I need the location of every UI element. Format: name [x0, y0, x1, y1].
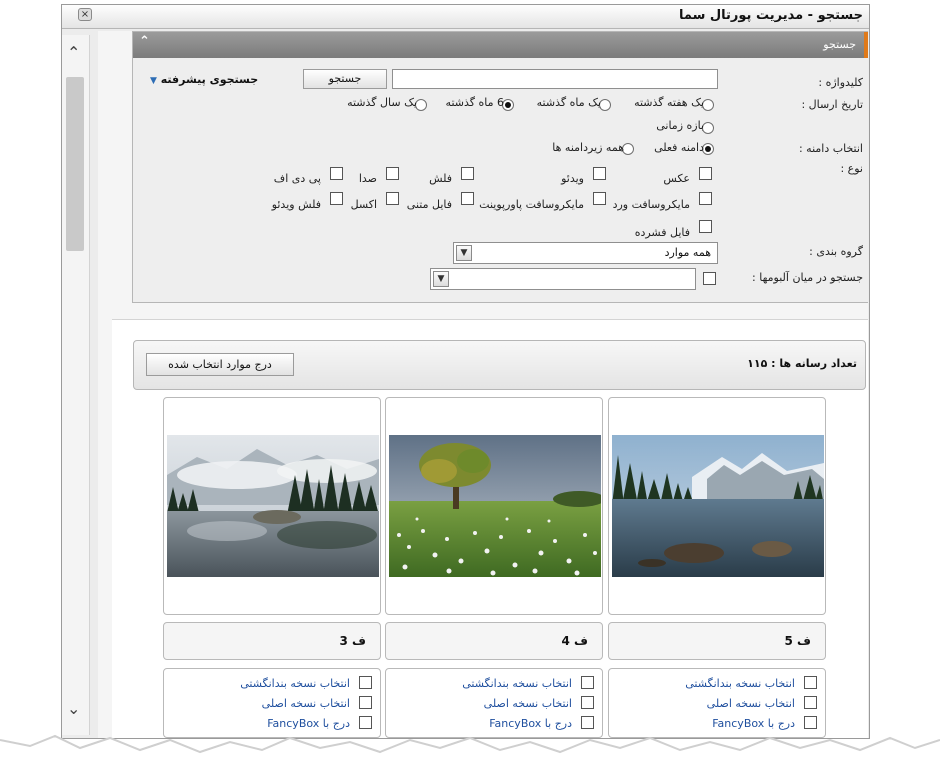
type-option-flash: فلش [429, 172, 452, 185]
date-option-year: یک سال گذشته [347, 96, 417, 109]
vertical-scrollbar[interactable]: ⌃ ⌄ [62, 35, 90, 735]
group-select[interactable]: ▼ همه موارد [453, 242, 718, 264]
option-original-checkbox[interactable] [581, 696, 594, 709]
option-thumbnail[interactable]: انتخاب نسخه بندانگشتی [617, 675, 817, 691]
album-label: جستجو در میان آلبومها : [752, 271, 863, 284]
group-label: گروه بندی : [809, 245, 863, 258]
type-option-powerpoint: مایکروسافت پاورپوینت [479, 198, 584, 211]
option-thumbnail-link[interactable]: انتخاب نسخه بندانگشتی [240, 677, 350, 690]
keyword-input[interactable] [392, 69, 718, 89]
type-option-word: مایکروسافت ورد [612, 198, 690, 211]
media-caption-box: ف 4 [385, 622, 603, 660]
type-checkbox-photo[interactable] [699, 167, 712, 180]
type-checkbox-word[interactable] [699, 192, 712, 205]
media-thumbnail[interactable] [385, 397, 603, 615]
option-original[interactable]: انتخاب نسخه اصلی [172, 695, 372, 711]
domain-option-all: همه زیردامنه ها [552, 141, 624, 154]
option-original-link[interactable]: انتخاب نسخه اصلی [707, 697, 795, 710]
chevron-down-icon: ▼ [150, 76, 157, 86]
date-option-month: یک ماه گذشته [536, 96, 601, 109]
media-caption: ف 3 [339, 634, 366, 648]
results-count-value: ۱۱۵ [747, 357, 768, 370]
panel-header-title: جستجو [823, 38, 856, 51]
media-caption: ف 4 [561, 634, 588, 648]
option-thumbnail-checkbox[interactable] [804, 676, 817, 689]
date-option-6months: 6 ماه گذشته [445, 96, 504, 109]
type-checkbox-flash[interactable] [461, 167, 474, 180]
type-option-photo: عکس [663, 172, 690, 185]
insert-selected-button[interactable]: درج موارد انتخاب شده [146, 353, 294, 376]
date-option-week: یک هفته گذشته [634, 96, 704, 109]
screenshot-stage: جستجو - مدیریت پورتال سما × ⌃ ⌄ ⌃ جستجو … [0, 0, 940, 775]
option-thumbnail-link[interactable]: انتخاب نسخه بندانگشتی [685, 677, 795, 690]
option-original-checkbox[interactable] [359, 696, 372, 709]
dialog-content: ⌃ جستجو کلیدواژه : جستجو جستجوی پیشرفته … [98, 31, 868, 738]
chevron-down-icon: ▼ [433, 271, 449, 287]
type-label: نوع : [840, 162, 863, 175]
dialog-title: جستجو - مدیریت پورتال سما [678, 8, 863, 23]
media-thumbnail[interactable] [163, 397, 381, 615]
misty-lake-image [167, 435, 379, 577]
type-option-video: ویدئو [561, 172, 584, 185]
option-thumbnail-checkbox[interactable] [581, 676, 594, 689]
media-caption: ف 5 [784, 634, 811, 648]
date-option-range: بازه زمانی [656, 119, 704, 132]
option-thumbnail-link[interactable]: انتخاب نسخه بندانگشتی [462, 677, 572, 690]
option-thumbnail[interactable]: انتخاب نسخه بندانگشتی [172, 675, 372, 691]
search-dialog: جستجو - مدیریت پورتال سما × ⌃ ⌄ ⌃ جستجو … [61, 4, 870, 739]
search-panel: ⌃ جستجو کلیدواژه : جستجو جستجوی پیشرفته … [132, 31, 868, 303]
dialog-titlebar: جستجو - مدیریت پورتال سما × [62, 5, 869, 29]
date-label: تاریخ ارسال : [801, 98, 863, 111]
option-thumbnail[interactable]: انتخاب نسخه بندانگشتی [394, 675, 594, 691]
advanced-search-link[interactable]: جستجوی پیشرفته ▼ [150, 73, 258, 86]
option-original[interactable]: انتخاب نسخه اصلی [394, 695, 594, 711]
type-checkbox-pdf[interactable] [330, 167, 343, 180]
close-icon[interactable]: × [78, 8, 92, 21]
album-checkbox[interactable] [703, 272, 716, 285]
scroll-up-icon[interactable]: ⌃ [67, 43, 80, 62]
option-original-checkbox[interactable] [804, 696, 817, 709]
media-caption-box: ف 5 [608, 622, 826, 660]
domain-option-current: دامنه فعلی [654, 141, 704, 154]
type-checkbox-audio[interactable] [386, 167, 399, 180]
type-option-flash-video: فلش ویدئو [271, 198, 321, 211]
media-caption-box: ف 3 [163, 622, 381, 660]
option-thumbnail-checkbox[interactable] [359, 676, 372, 689]
type-checkbox-excel[interactable] [386, 192, 399, 205]
results-area: تعداد رسانه ها : ۱۱۵ درج موارد انتخاب شد… [112, 319, 868, 738]
advanced-search-label: جستجوی پیشرفته [160, 73, 259, 86]
option-original-link[interactable]: انتخاب نسخه اصلی [262, 697, 350, 710]
type-checkbox-powerpoint[interactable] [593, 192, 606, 205]
type-option-zip: فایل فشرده [634, 226, 690, 239]
album-select[interactable]: ▼ [430, 268, 696, 290]
type-checkbox-video[interactable] [593, 167, 606, 180]
results-toolbar: تعداد رسانه ها : ۱۱۵ درج موارد انتخاب شد… [133, 340, 866, 390]
type-checkbox-flash-video[interactable] [330, 192, 343, 205]
type-option-audio: صدا [358, 172, 377, 185]
type-checkbox-text[interactable] [461, 192, 474, 205]
domain-label: انتخاب دامنه : [798, 142, 863, 155]
lake-rocks-image [612, 435, 824, 577]
keyword-label: کلیدواژه : [818, 76, 863, 89]
scroll-thumb[interactable] [66, 77, 84, 251]
results-count: تعداد رسانه ها : ۱۱۵ [747, 357, 857, 370]
group-select-value: همه موارد [664, 246, 711, 259]
meadow-tree-image [389, 435, 601, 577]
type-checkbox-zip[interactable] [699, 220, 712, 233]
media-thumbnail[interactable] [608, 397, 826, 615]
option-original[interactable]: انتخاب نسخه اصلی [617, 695, 817, 711]
type-option-pdf: پی دی اف [273, 172, 321, 185]
option-original-link[interactable]: انتخاب نسخه اصلی [484, 697, 572, 710]
type-option-excel: اکسل [350, 198, 377, 211]
results-count-label: تعداد رسانه ها : [771, 357, 857, 370]
torn-edge-decoration [0, 734, 940, 775]
search-button[interactable]: جستجو [303, 69, 387, 89]
collapse-icon[interactable]: ⌃ [139, 34, 150, 49]
chevron-down-icon: ▼ [456, 245, 472, 261]
panel-header: ⌃ جستجو [133, 32, 868, 58]
type-option-text: فایل متنی [406, 198, 452, 211]
scroll-down-icon[interactable]: ⌄ [67, 699, 80, 718]
